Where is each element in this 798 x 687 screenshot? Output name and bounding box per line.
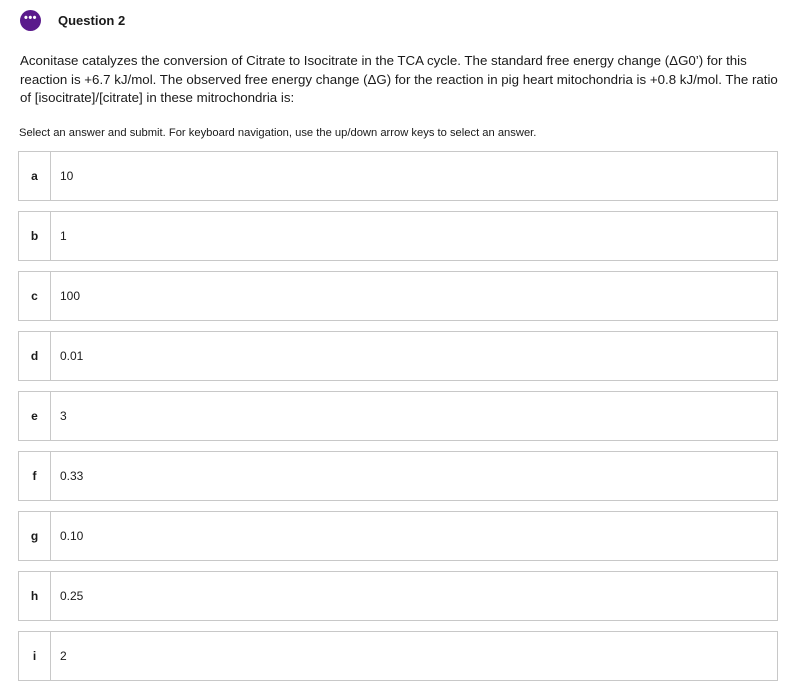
option-value: 0.33 [60, 469, 84, 483]
option-value: 1 [60, 229, 67, 243]
answer-option-f[interactable]: f 0.33 [18, 451, 778, 501]
option-letter: c [19, 272, 51, 320]
option-value: 10 [60, 169, 74, 183]
option-letter: g [19, 512, 51, 560]
option-value: 0.10 [60, 529, 84, 543]
option-value: 100 [60, 289, 81, 303]
answer-option-i[interactable]: i 2 [18, 631, 778, 681]
option-value: 3 [60, 409, 67, 423]
question-menu-button[interactable]: ••• [20, 10, 41, 31]
option-letter: i [19, 632, 51, 680]
option-letter: a [19, 152, 51, 200]
option-letter: f [19, 452, 51, 500]
answer-option-d[interactable]: d 0.01 [18, 331, 778, 381]
answer-option-b[interactable]: b 1 [18, 211, 778, 261]
answer-option-g[interactable]: g 0.10 [18, 511, 778, 561]
option-value: 0.25 [60, 589, 84, 603]
answer-option-a[interactable]: a 10 [18, 151, 778, 201]
question-title: Question 2 [58, 13, 126, 28]
option-letter: b [19, 212, 51, 260]
answer-options-list: a 10 b 1 c 100 d 0.01 e 3 f 0.33 g 0.10 … [18, 151, 778, 687]
ellipsis-icon: ••• [23, 12, 38, 24]
option-value: 0.01 [60, 349, 84, 363]
answer-option-c[interactable]: c 100 [18, 271, 778, 321]
answer-option-h[interactable]: h 0.25 [18, 571, 778, 621]
question-header: ••• Question 2 [20, 10, 125, 31]
question-text: Aconitase catalyzes the conversion of Ci… [20, 53, 778, 105]
question-page: ••• Question 2 Aconitase catalyzes the c… [0, 0, 798, 687]
option-value: 2 [60, 649, 67, 663]
option-letter: d [19, 332, 51, 380]
option-letter: e [19, 392, 51, 440]
answer-option-e[interactable]: e 3 [18, 391, 778, 441]
answer-instructions: Select an answer and submit. For keyboar… [19, 127, 537, 139]
option-letter: h [19, 572, 51, 620]
